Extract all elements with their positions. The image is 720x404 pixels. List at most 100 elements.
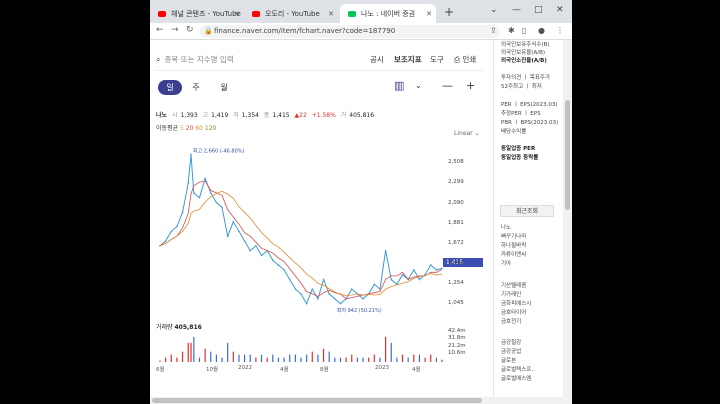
x-tick-label: 4월 <box>412 367 421 373</box>
volume-bar <box>317 354 319 362</box>
price-point <box>362 297 364 300</box>
recent-item[interactable]: 카류이앤씨 <box>501 250 526 258</box>
lock-icon: 🔒 <box>204 27 213 35</box>
minimize-button[interactable]: — <box>512 5 521 15</box>
zoom-out-button[interactable]: — <box>442 79 453 92</box>
period-week[interactable]: 주 <box>184 80 208 95</box>
recent-item[interactable]: 하나필바락 <box>501 241 526 249</box>
share-icon[interactable]: ⇪ <box>490 26 497 35</box>
avatar[interactable]: ● <box>538 26 545 35</box>
print-link[interactable]: ⎙ 인쇄 <box>454 54 476 65</box>
tab-search-button[interactable]: ⌄ <box>490 5 498 15</box>
stock-search[interactable]: ⌕ 종목 또는 지수명 입력 <box>156 54 234 65</box>
info-line: 동일업종 등락률 <box>501 155 539 161</box>
recent-item[interactable]: 금강철강 <box>501 338 521 346</box>
candle-type-icon[interactable]: ▥ <box>394 79 404 92</box>
recent-item[interactable]: 나노 <box>501 223 511 231</box>
new-tab-button[interactable]: + <box>444 5 454 19</box>
price-point <box>317 297 319 300</box>
recent-item[interactable]: 금호전기 <box>501 317 521 325</box>
price-chart[interactable]: 최고 2,660 (-46.80%) 최저 942 (50.21%) <box>150 140 446 318</box>
tab-naver-finance[interactable]: 나노 : 네이버 증권 ✕ <box>340 4 436 23</box>
naver-icon <box>348 10 356 17</box>
open-value: 1,393 <box>180 112 198 119</box>
volume-tick-label: 42.4m <box>448 327 466 334</box>
recent-item[interactable]: 기가레인 <box>501 290 521 298</box>
youtube-icon <box>252 10 260 17</box>
maximize-button[interactable]: □ <box>534 5 543 15</box>
notice-link[interactable]: 공시 <box>370 54 384 65</box>
tab-youtube-channel[interactable]: 채널 콘텐츠 - YouTube ✕ <box>150 4 244 23</box>
search-placeholder: 종목 또는 지수명 입력 <box>164 55 234 64</box>
address-bar[interactable]: 🔒 finance.naver.com/item/fchart.naver?co… <box>200 25 500 38</box>
recent-item[interactable]: 기산텔레콤 <box>501 281 526 289</box>
back-icon[interactable]: ← <box>156 25 164 35</box>
extensions-icon[interactable]: ✱ <box>508 26 515 35</box>
volume-bar <box>260 354 263 362</box>
recent-item[interactable]: 기아 <box>501 259 511 267</box>
price-point <box>384 249 387 252</box>
reload-icon[interactable]: ↻ <box>186 25 194 35</box>
recent-item[interactable]: 글로벌텍스프.. <box>501 365 535 373</box>
tab-youtube-odori[interactable]: 오도리 - YouTube ✕ <box>244 4 338 23</box>
recent-title[interactable]: 최근조회 <box>500 205 554 217</box>
tab-title: 나노 : 네이버 증권 <box>361 9 416 18</box>
scroll-thumb[interactable] <box>565 100 570 210</box>
price-point <box>255 245 257 247</box>
x-tick-label: 10월 <box>206 367 219 373</box>
price-point <box>322 278 325 281</box>
menu-icon[interactable]: ⋮ <box>556 26 564 35</box>
sidepanel-icon[interactable]: ▯ <box>522 26 526 35</box>
zoom-in-button[interactable]: + <box>466 79 475 92</box>
price-point <box>294 288 297 290</box>
ohlc-readout: 나노 시 1,393 고 1,419 저 1,354 종 1,415 ▲22 +1.58… <box>156 110 377 119</box>
ma-20: 20 <box>185 125 194 132</box>
forward-icon[interactable]: → <box>171 25 179 35</box>
volume-bar <box>345 357 347 362</box>
recent-item[interactable]: 뻐꾸기나라 <box>501 232 526 240</box>
volume-bar <box>356 357 358 362</box>
recent-item[interactable]: 금화피에스시 <box>501 299 531 307</box>
recent-item[interactable]: 글로벌에스엠 <box>501 374 531 382</box>
volume-bar <box>368 357 370 362</box>
close-icon[interactable]: ✕ <box>234 10 240 18</box>
volume-bar <box>272 354 274 362</box>
scroll-thumb[interactable] <box>152 398 482 403</box>
volume-bar <box>289 354 291 362</box>
close-icon[interactable]: ✕ <box>426 10 432 18</box>
price-point <box>181 211 184 213</box>
price-point <box>204 177 206 180</box>
chevron-down-icon[interactable]: ⌄ <box>415 81 422 90</box>
volume-bar <box>204 348 206 362</box>
volume-bar <box>176 357 178 362</box>
volume-chart <box>159 336 443 362</box>
close-icon[interactable]: ✕ <box>328 10 334 18</box>
recent-item[interactable]: 글로본 <box>501 356 516 364</box>
info-line: PBR ㅣ BPS(2023.03) <box>501 120 559 126</box>
period-month[interactable]: 월 <box>212 80 236 95</box>
price-point <box>170 230 173 233</box>
chart-annotation: 최저 942 (50.21%) <box>337 307 382 314</box>
indicator-link[interactable]: 보조지표 <box>394 54 422 65</box>
volume-bar <box>232 351 234 362</box>
period-day[interactable]: 일 <box>158 80 182 95</box>
y-tick-label: 1,463 <box>448 259 464 266</box>
horizontal-scrollbar[interactable] <box>150 397 572 404</box>
high-label: 고 <box>202 112 209 119</box>
moving-average-legend[interactable]: 이동평균 5 20 60 120 <box>156 123 216 132</box>
scale-mode[interactable]: Linear ⌄ <box>454 130 480 137</box>
chart-annotation: 최고 2,660 (-46.80%) <box>193 148 245 155</box>
volume-bar <box>249 354 251 362</box>
volume-bar <box>311 351 313 362</box>
tool-link[interactable]: 도구 <box>430 54 444 65</box>
x-tick-label: 8월 <box>320 367 329 373</box>
volume-bar <box>221 357 223 362</box>
price-point <box>238 230 240 233</box>
recent-item[interactable]: 금강공업 <box>501 347 521 355</box>
price-point <box>164 240 167 242</box>
recent-item[interactable]: 금호타이어 <box>501 308 526 316</box>
tab-title: 오도리 - YouTube <box>265 9 320 18</box>
print-icon: ⎙ <box>454 55 460 64</box>
window-close-button[interactable]: ✕ <box>556 5 564 15</box>
vertical-scrollbar[interactable] <box>563 40 572 397</box>
